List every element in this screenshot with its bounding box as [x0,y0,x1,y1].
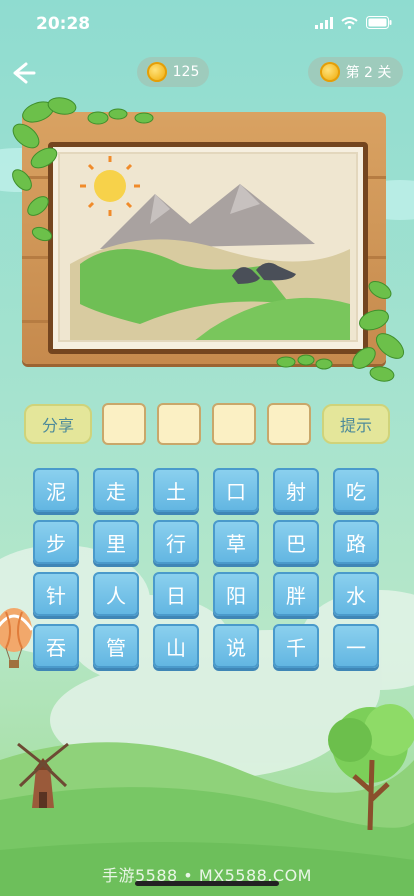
coin-counter: 125 [137,57,209,87]
letter-tile[interactable]: 山 [153,624,199,668]
windmill-icon [17,742,69,808]
letter-tile[interactable]: 草 [213,520,259,564]
battery-icon [366,16,392,29]
coin-stack-icon [146,62,167,82]
leaf-decoration-icon [12,97,77,242]
home-indicator[interactable] [135,881,279,886]
status-time: 20:28 [36,14,91,34]
letter-tile[interactable]: 日 [153,572,199,616]
letter-tile[interactable]: 水 [333,572,379,616]
level-coin-icon [319,62,340,82]
letter-tile[interactable]: 射 [273,468,319,512]
letter-tile[interactable]: 口 [213,468,259,512]
leaf-decoration-icon [276,354,333,370]
letter-tile[interactable]: 针 [33,572,79,616]
level-label: 第 2 关 [345,65,392,81]
letter-tile[interactable]: 吞 [33,624,79,668]
letter-tile[interactable]: 里 [93,520,139,564]
letter-tile[interactable]: 泥 [33,468,79,512]
letter-grid: 泥 走 土 口 射 吃 步 里 行 草 巴 路 针 人 日 阳 胖 水 吞 管 … [33,468,383,668]
letter-tile[interactable]: 一 [333,624,379,668]
letter-tile[interactable]: 巴 [273,520,319,564]
tree-icon [328,704,414,830]
game-screen: 20:28 125 第 2 关 分享 提示 泥 走 土 口 射 吃 步 里 行 … [0,0,414,896]
signal-icon [315,16,333,29]
letter-tile[interactable]: 路 [333,520,379,564]
coin-count: 125 [172,64,200,80]
share-button[interactable]: 分享 [24,404,92,444]
leaf-decoration-icon [87,108,154,125]
letter-tile[interactable]: 阳 [213,572,259,616]
letter-tile[interactable]: 步 [33,520,79,564]
leaf-decoration-icon [352,280,405,382]
letter-tile[interactable]: 走 [93,468,139,512]
answer-slot-4[interactable] [267,403,311,445]
answer-slot-1[interactable] [102,403,146,445]
status-icons [315,16,392,29]
level-indicator: 第 2 关 [308,57,403,87]
letter-tile[interactable]: 千 [273,624,319,668]
wifi-icon [341,16,358,29]
hint-button[interactable]: 提示 [322,404,390,444]
letter-tile[interactable]: 人 [93,572,139,616]
letter-tile[interactable]: 吃 [333,468,379,512]
back-arrow-icon[interactable] [8,58,38,88]
answer-slot-2[interactable] [157,403,201,445]
letter-tile[interactable]: 说 [213,624,259,668]
letter-tile[interactable]: 土 [153,468,199,512]
letter-tile[interactable]: 管 [93,624,139,668]
answer-slot-3[interactable] [212,403,256,445]
puzzle-picture [58,152,358,342]
letter-tile[interactable]: 胖 [273,572,319,616]
letter-tile[interactable]: 行 [153,520,199,564]
puzzle-illustration [60,154,356,340]
